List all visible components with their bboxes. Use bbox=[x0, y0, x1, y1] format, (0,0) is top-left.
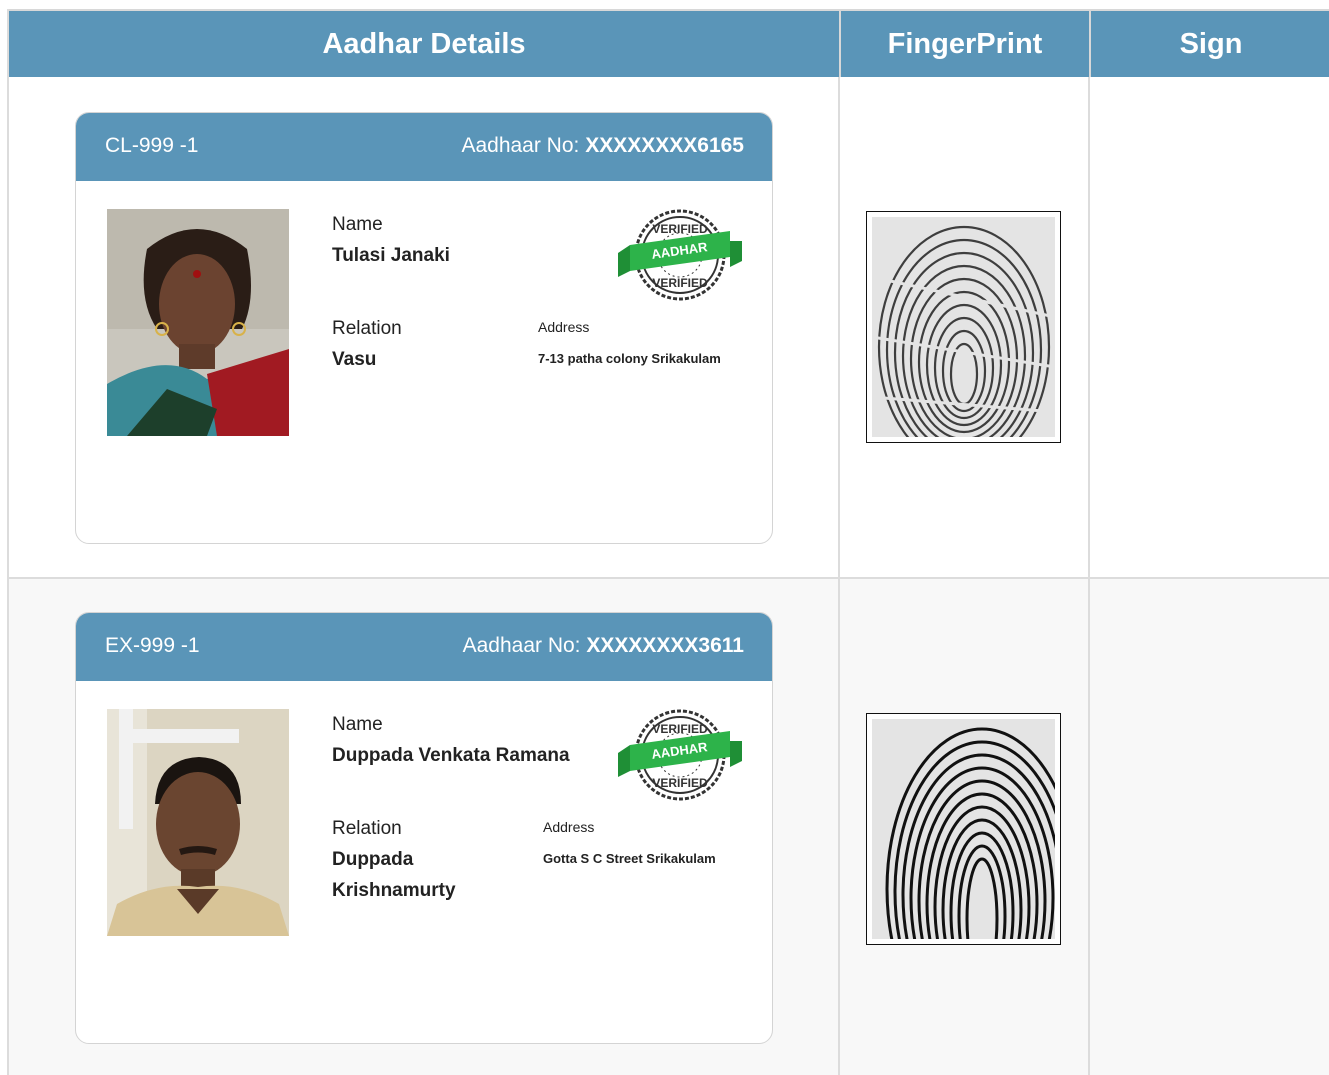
aadhar-card: CL-999 -1 Aadhaar No: XXXXXXXX6165 Name … bbox=[75, 112, 773, 544]
relation-label: Relation bbox=[332, 318, 402, 339]
person-photo bbox=[107, 209, 289, 436]
header-aadhar-details: Aadhar Details bbox=[322, 27, 526, 60]
table-row: EX-999 -1 Aadhaar No: XXXXXXXX3611 Name … bbox=[9, 577, 1329, 1075]
address-label: Address bbox=[543, 819, 595, 835]
relation-value-line2: Krishnamurty bbox=[332, 880, 456, 901]
aadhaar-number: Aadhaar No: XXXXXXXX6165 bbox=[461, 134, 744, 157]
card-header: CL-999 -1 Aadhaar No: XXXXXXXX6165 bbox=[76, 113, 772, 181]
card-id: EX-999 -1 bbox=[105, 634, 200, 657]
person-photo bbox=[107, 709, 289, 936]
table-header: Aadhar Details FingerPrint Sign bbox=[9, 9, 1329, 77]
svg-text:VERIFIED: VERIFIED bbox=[652, 276, 708, 290]
name-value: Duppada Venkata Ramana bbox=[332, 745, 570, 766]
name-value: Tulasi Janaki bbox=[332, 245, 450, 266]
name-label: Name bbox=[332, 214, 383, 235]
header-fingerprint: FingerPrint bbox=[839, 11, 1089, 77]
aadhar-card: EX-999 -1 Aadhaar No: XXXXXXXX3611 Name … bbox=[75, 612, 773, 1044]
card-id: CL-999 -1 bbox=[105, 134, 199, 157]
address-label: Address bbox=[538, 319, 590, 335]
svg-text:VERIFIED: VERIFIED bbox=[652, 776, 708, 790]
fingerprint-image bbox=[866, 211, 1061, 443]
svg-text:VERIFIED: VERIFIED bbox=[652, 222, 708, 236]
aadhaar-number: Aadhaar No: XXXXXXXX3611 bbox=[462, 634, 744, 657]
fingerprint-image bbox=[866, 713, 1061, 945]
relation-label: Relation bbox=[332, 818, 402, 839]
address-value: Gotta S C Street Srikakulam bbox=[543, 851, 716, 866]
verified-seal-icon: VERIFIED VERIFIED AADHAR bbox=[618, 207, 742, 307]
relation-value: Vasu bbox=[332, 349, 377, 370]
verified-seal-icon: VERIFIED VERIFIED AADHAR bbox=[618, 707, 742, 807]
table-row: CL-999 -1 Aadhaar No: XXXXXXXX6165 Name … bbox=[9, 77, 1329, 577]
name-label: Name bbox=[332, 714, 383, 735]
header-sign: Sign bbox=[1089, 11, 1329, 77]
card-header: EX-999 -1 Aadhaar No: XXXXXXXX3611 bbox=[76, 613, 772, 681]
address-value: 7-13 patha colony Srikakulam bbox=[538, 351, 721, 366]
aadhar-table: Aadhar Details FingerPrint Sign CL-999 -… bbox=[7, 9, 1329, 1075]
relation-value: Duppada bbox=[332, 849, 414, 870]
svg-text:VERIFIED: VERIFIED bbox=[652, 722, 708, 736]
